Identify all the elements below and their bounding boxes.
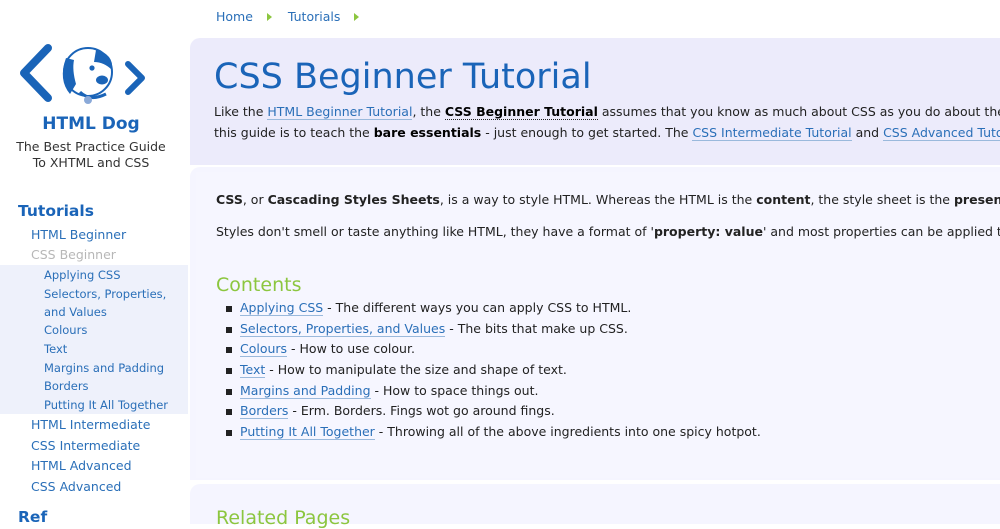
link-css-advanced-tutorial[interactable]: CSS Advanced Tutor bbox=[883, 125, 1000, 141]
nav-heading-tutorials[interactable]: Tutorials bbox=[18, 202, 94, 220]
site-name[interactable]: HTML Dog bbox=[0, 114, 182, 134]
nav-item-css-intermediate[interactable]: CSS Intermediate bbox=[31, 438, 140, 453]
list-item: Applying CSS - The different ways you ca… bbox=[226, 300, 761, 321]
contents-link-margins[interactable]: Margins and Padding bbox=[240, 382, 371, 399]
nav-item-html-advanced[interactable]: HTML Advanced bbox=[31, 458, 132, 473]
list-item: Colours - How to use colour. bbox=[226, 341, 761, 362]
contents-desc: - The bits that make up CSS. bbox=[445, 320, 628, 336]
contents-desc: - The different ways you can apply CSS t… bbox=[323, 300, 632, 315]
contents-desc: - Erm. Borders. Fings wot go around fing… bbox=[288, 403, 555, 419]
list-item: Text - How to manipulate the size and sh… bbox=[226, 362, 761, 383]
intro-text-segment: this guide is to teach the bbox=[214, 125, 374, 140]
intro-text-segment: assumes that you know as much about CSS … bbox=[597, 104, 1000, 119]
abbr-css: CSS bbox=[216, 192, 243, 207]
intro-text-segment: - just enough to get started. The bbox=[481, 125, 693, 140]
paragraph-text: , is a way to style HTML. Whereas the HT… bbox=[439, 192, 757, 207]
tagline-line: To XHTML and CSS bbox=[32, 155, 150, 170]
breadcrumb: Home Tutorials bbox=[216, 8, 371, 24]
paragraph-text: , or bbox=[242, 192, 268, 207]
intro-line: Like the HTML Beginner Tutorial, the CSS… bbox=[214, 101, 1000, 122]
subnav-item-margins[interactable]: Margins and Padding bbox=[44, 361, 164, 375]
contents-desc: - Throwing all of the above ingredients … bbox=[374, 424, 761, 440]
list-item: Margins and Padding - How to space thing… bbox=[226, 382, 761, 404]
paragraph-css-definition: CSS, or Cascading Styles Sheets, is a wa… bbox=[216, 192, 1000, 207]
sidebar: HTML Dog The Best Practice Guide To XHTM… bbox=[0, 0, 188, 526]
breadcrumb-home[interactable]: Home bbox=[216, 9, 253, 24]
page-title: CSS Beginner Tutorial bbox=[214, 57, 592, 97]
contents-desc: - How to space things out. bbox=[370, 382, 539, 398]
paragraph-styles: Styles don't smell or taste anything lik… bbox=[216, 224, 1000, 239]
nav-item-css-beginner[interactable]: CSS Beginner bbox=[31, 247, 116, 262]
subnav-item-borders[interactable]: Borders bbox=[44, 379, 89, 393]
nav-item-html-intermediate[interactable]: HTML Intermediate bbox=[31, 417, 150, 432]
breadcrumb-arrow-icon bbox=[354, 12, 360, 21]
site-tagline: The Best Practice Guide To XHTML and CSS bbox=[0, 139, 182, 171]
subnav-item-text[interactable]: Text bbox=[44, 342, 67, 356]
contents-link-colours[interactable]: Colours bbox=[240, 341, 288, 358]
tagline-line: The Best Practice Guide bbox=[16, 139, 166, 154]
list-item: Selectors, Properties, and Values - The … bbox=[226, 320, 761, 342]
nav-item-css-advanced[interactable]: CSS Advanced bbox=[31, 479, 121, 494]
paragraph-bold: property: value bbox=[653, 224, 763, 239]
paragraph-text: Styles don't smell or taste anything lik… bbox=[216, 224, 654, 239]
paragraph-bold: content bbox=[756, 192, 811, 207]
link-html-beginner-tutorial[interactable]: HTML Beginner Tutorial bbox=[267, 104, 413, 120]
nav-item-html-beginner[interactable]: HTML Beginner bbox=[31, 227, 126, 242]
breadcrumb-tutorials[interactable]: Tutorials bbox=[288, 9, 340, 24]
paragraph-text: , the style sheet is the bbox=[810, 192, 954, 207]
breadcrumb-arrow-icon bbox=[266, 12, 272, 21]
intro-text-segment: Like the bbox=[214, 104, 268, 119]
contents-link-text[interactable]: Text bbox=[240, 362, 266, 379]
paragraph-bold: Cascading Styles Sheets bbox=[267, 192, 440, 207]
subnav-item-selectors[interactable]: Selectors, Properties, bbox=[44, 287, 166, 301]
abbr-css-beginner-tutorial: CSS Beginner Tutorial bbox=[444, 104, 598, 120]
nav-heading-references[interactable]: Ref bbox=[18, 508, 47, 526]
related-pages-heading: Related Pages bbox=[216, 507, 351, 529]
intro-bold: bare essentials bbox=[373, 125, 482, 140]
contents-link-applying-css[interactable]: Applying CSS bbox=[240, 300, 324, 316]
html-dog-logo[interactable] bbox=[18, 40, 148, 110]
paragraph-bold: presenta bbox=[953, 192, 1000, 207]
contents-desc: - How to manipulate the size and shape o… bbox=[265, 362, 567, 378]
intro-line: this guide is to teach the bare essentia… bbox=[214, 122, 1000, 143]
link-css-intermediate-tutorial[interactable]: CSS Intermediate Tutorial bbox=[692, 125, 852, 141]
subnav-item-selectors-cont[interactable]: and Values bbox=[44, 305, 107, 319]
contents-desc: - How to use colour. bbox=[287, 341, 415, 357]
subnav-item-putting-together[interactable]: Putting It All Together bbox=[44, 398, 168, 412]
contents-heading: Contents bbox=[216, 274, 302, 296]
contents-link-putting-together[interactable]: Putting It All Together bbox=[240, 424, 375, 441]
list-item: Putting It All Together - Throwing all o… bbox=[226, 424, 761, 445]
list-item: Borders - Erm. Borders. Fings wot go aro… bbox=[226, 403, 761, 424]
intro-text-segment: , the bbox=[412, 104, 445, 119]
intro-text-segment: and bbox=[851, 125, 884, 140]
subnav-item-colours[interactable]: Colours bbox=[44, 323, 87, 337]
intro-text: Like the HTML Beginner Tutorial, the CSS… bbox=[214, 101, 1000, 143]
subnav-item-applying-css[interactable]: Applying CSS bbox=[44, 268, 121, 282]
paragraph-text: ' and most properties can be applied to … bbox=[762, 224, 1000, 239]
contents-link-selectors[interactable]: Selectors, Properties, and Values bbox=[240, 320, 446, 337]
contents-link-borders[interactable]: Borders bbox=[240, 403, 289, 420]
contents-list: Applying CSS - The different ways you ca… bbox=[226, 300, 761, 445]
